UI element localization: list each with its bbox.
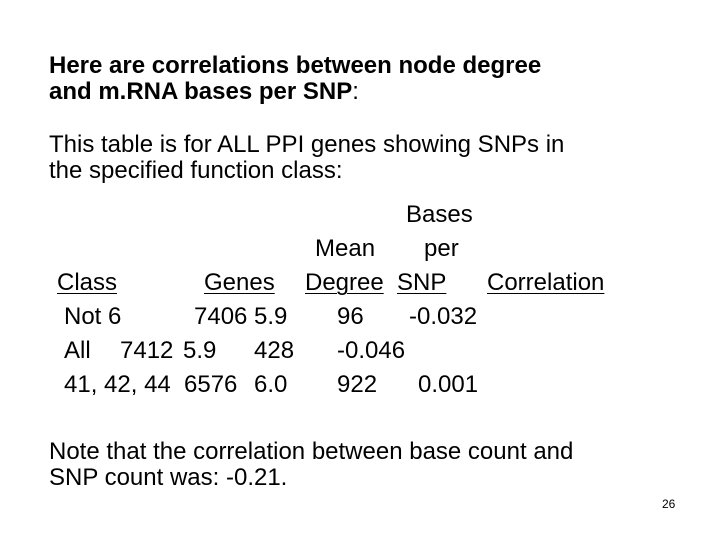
cell-correlation: -0.046 bbox=[337, 337, 406, 364]
intro-line-2: the specified function class: bbox=[49, 157, 343, 184]
slide-title-line-2: and m.RNA bases per SNP: bbox=[49, 80, 359, 104]
cell-class: 41, 42, 44 bbox=[64, 371, 171, 398]
cell-class: All bbox=[64, 337, 91, 364]
intro-line-1: This table is for ALL PPI genes showing … bbox=[49, 131, 565, 158]
header-bases: Bases bbox=[406, 201, 473, 228]
slide-title-line-1: Here are correlations between node degre… bbox=[49, 52, 542, 79]
slide-title-colon: : bbox=[352, 78, 359, 105]
cell-degree: 6.0 bbox=[254, 371, 288, 398]
note-line-2: SNP count was: -0.21. bbox=[49, 464, 288, 491]
column-header-class: Class bbox=[57, 269, 118, 296]
cell-bases-per-snp: 428 bbox=[254, 337, 295, 364]
note-line-1: Note that the correlation between base c… bbox=[49, 438, 574, 465]
column-header-degree: Degree bbox=[305, 269, 384, 296]
slide-title-text: and m.RNA bases per SNP bbox=[49, 78, 353, 105]
cell-genes: 7406 bbox=[194, 303, 248, 330]
column-header-genes: Genes bbox=[204, 269, 275, 296]
column-header-snp: SNP bbox=[397, 269, 447, 296]
header-mean: Mean bbox=[315, 235, 376, 262]
page-number: 26 bbox=[662, 497, 676, 511]
cell-bases-per-snp: 922 bbox=[337, 371, 378, 398]
cell-correlation: -0.032 bbox=[409, 303, 478, 330]
cell-genes: 7412 bbox=[120, 337, 174, 364]
header-per: per bbox=[424, 235, 459, 262]
cell-degree: 5.9 bbox=[254, 303, 288, 330]
cell-genes: 6576 bbox=[184, 371, 238, 398]
cell-correlation: 0.001 bbox=[418, 371, 479, 398]
cell-degree: 5.9 bbox=[183, 337, 217, 364]
column-header-correlation: Correlation bbox=[487, 269, 605, 296]
cell-class: Not 6 bbox=[64, 303, 122, 330]
cell-bases-per-snp: 96 bbox=[337, 303, 364, 330]
